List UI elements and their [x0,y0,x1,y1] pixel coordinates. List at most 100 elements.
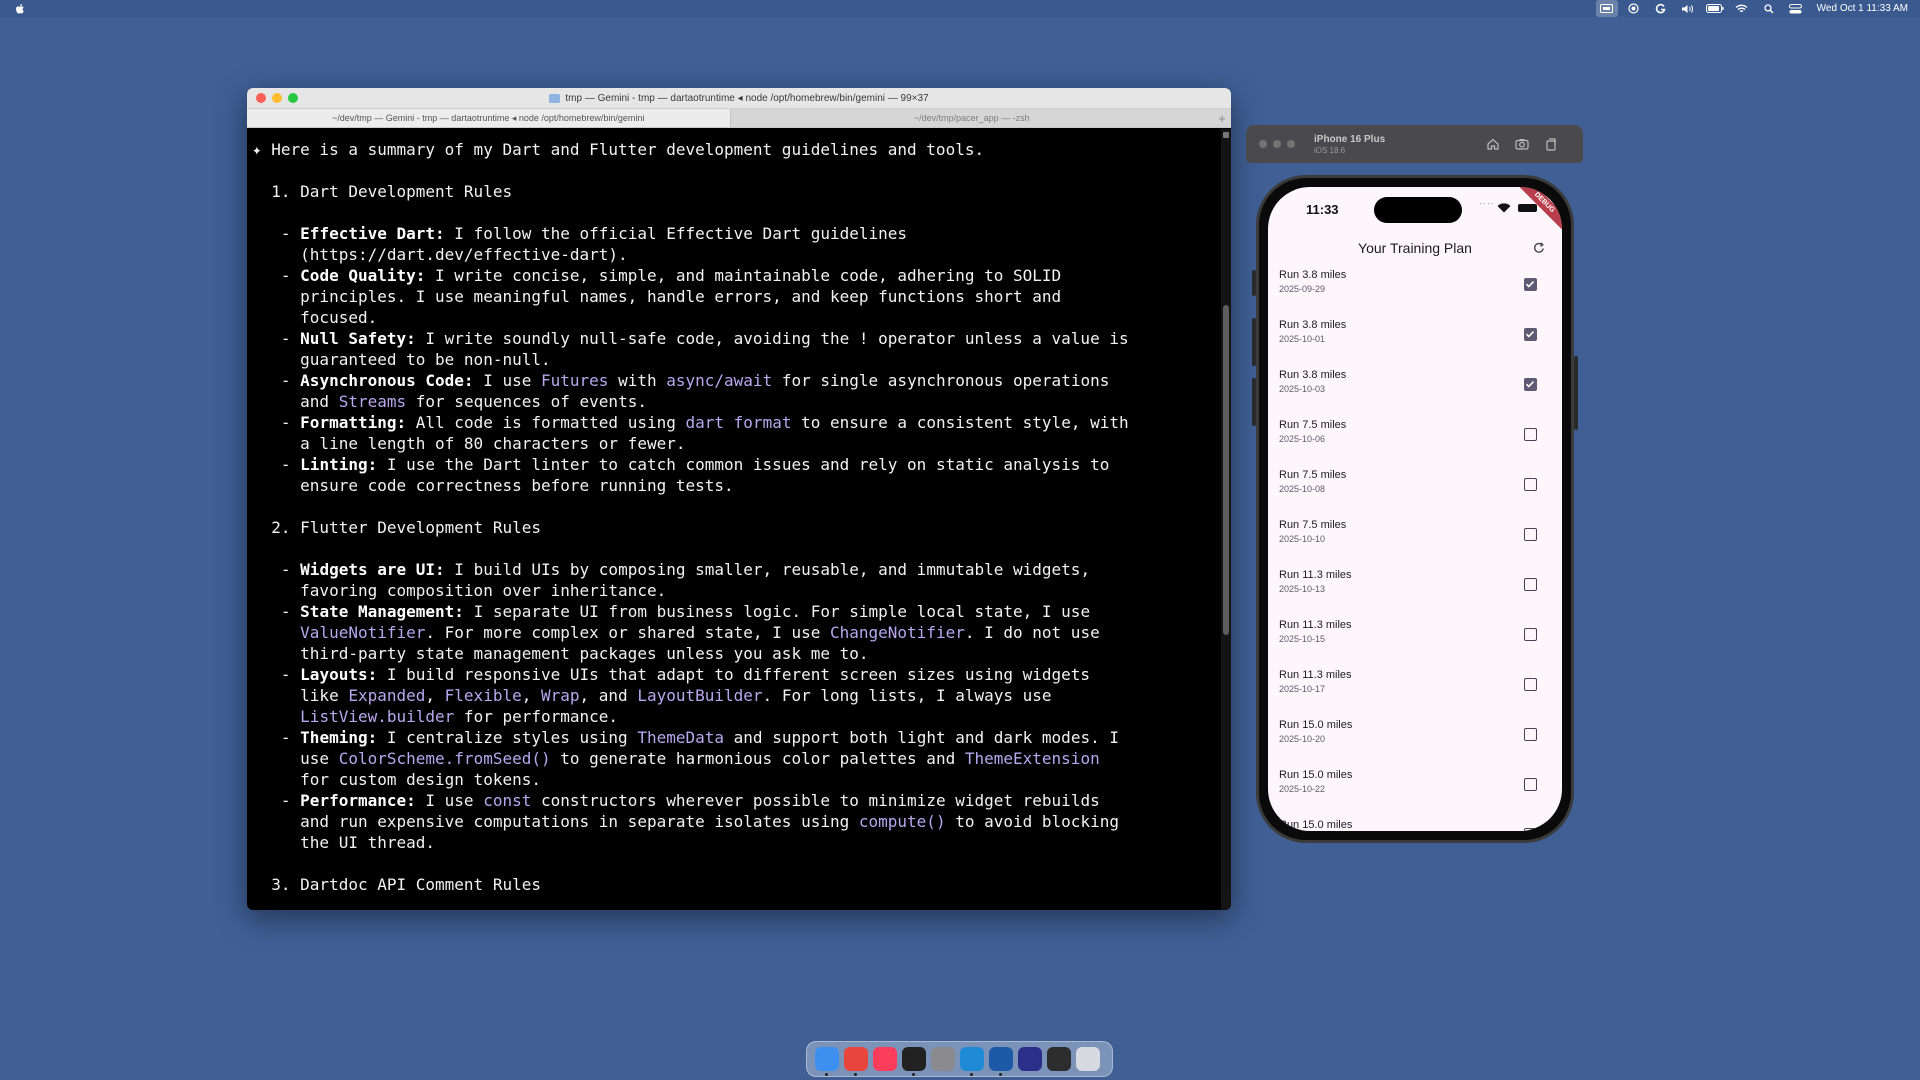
terminal-line: favoring composition over inheritance. [252,581,667,600]
phone-screen[interactable]: 11:33 ···· DEBUG Your Training Plan Run … [1268,187,1562,831]
terminal-line: guaranteed to be non-null. [252,350,551,369]
workout-row[interactable]: Run 3.8 miles 2025-10-03 [1268,369,1562,419]
control-center-icon[interactable] [1785,0,1807,17]
dynamic-island [1374,197,1462,223]
terminal-scrollbar[interactable] [1221,129,1231,910]
tab-zsh[interactable]: ~/dev/tmp/pacer_app — -zsh [729,109,1213,127]
screen-mirroring-icon[interactable] [1595,0,1618,17]
workout-row[interactable]: Run 15.0 miles 2025-10-20 [1268,719,1562,769]
workout-checkbox[interactable] [1524,728,1537,741]
vscode-icon[interactable] [960,1047,984,1071]
iphone-simulator: 11:33 ···· DEBUG Your Training Plan Run … [1252,175,1578,843]
workout-title: Run 3.8 miles [1279,269,1347,281]
workout-checkbox[interactable] [1524,828,1537,831]
action-button[interactable] [1252,270,1256,296]
terminal-line: - Effective Dart: I follow the official … [252,224,908,243]
workout-row[interactable]: Run 7.5 miles 2025-10-08 [1268,469,1562,519]
terminal-line: focused. [252,308,378,327]
app-icon[interactable] [1018,1047,1042,1071]
finder-icon[interactable] [815,1047,839,1071]
volume-down-button[interactable] [1252,378,1256,426]
terminal-line: - Theming: I centralize styles using The… [252,728,1119,747]
sim-minimize-button[interactable] [1273,140,1281,148]
terminal-icon[interactable] [902,1047,926,1071]
zoom-button[interactable] [288,93,298,103]
status-time: 11:33 [1306,202,1339,217]
minimize-button[interactable] [272,93,282,103]
workout-title: Run 11.3 miles [1279,669,1352,681]
workout-row[interactable]: Run 7.5 miles 2025-10-06 [1268,419,1562,469]
focus-icon[interactable] [1623,0,1645,17]
settings-icon[interactable] [931,1047,955,1071]
wifi-icon[interactable] [1731,0,1753,17]
scroll-up-icon[interactable] [1223,132,1229,138]
terminal-titlebar[interactable]: tmp — Gemini - tmp — dartaotruntime ◂ no… [247,88,1231,108]
workout-checkbox[interactable] [1524,278,1537,291]
workout-row[interactable]: Run 15.0 miles [1268,819,1562,831]
sim-zoom-button[interactable] [1287,140,1295,148]
menubar-clock[interactable]: Wed Oct 1 11:33 AM [1817,3,1908,14]
close-button[interactable] [256,93,266,103]
home-icon[interactable] [1485,136,1501,152]
terminal-line: - State Management: I separate UI from b… [252,602,1091,621]
workout-checkbox[interactable] [1524,778,1537,791]
workout-row[interactable]: Run 11.3 miles 2025-10-13 [1268,569,1562,619]
workout-title: Run 15.0 miles [1279,719,1353,731]
check-icon [1525,281,1535,288]
trash-icon[interactable] [1076,1047,1100,1071]
workout-date: 2025-10-17 [1279,684,1326,694]
workout-checkbox[interactable] [1524,428,1537,441]
battery-icon[interactable] [1704,0,1726,17]
workout-row[interactable]: Run 3.8 miles 2025-10-01 [1268,319,1562,369]
workout-checkbox[interactable] [1524,328,1537,341]
workout-date: 2025-10-08 [1279,484,1326,494]
folder-icon[interactable] [1047,1047,1071,1071]
terminal-window[interactable]: tmp — Gemini - tmp — dartaotruntime ◂ no… [247,88,1231,910]
workout-row[interactable]: Run 3.8 miles 2025-09-29 [1268,269,1562,319]
spotlight-icon[interactable] [1758,0,1780,17]
grammarly-icon[interactable] [1650,0,1672,17]
refresh-icon[interactable] [1532,241,1546,255]
music-icon[interactable] [873,1047,897,1071]
tab-gemini[interactable]: ~/dev/tmp — Gemini - tmp — dartaotruntim… [247,109,730,127]
terminal-line: 2. Flutter Development Rules [252,518,541,537]
check-icon [1525,381,1535,388]
workout-checkbox[interactable] [1524,628,1537,641]
terminal-line: principles. I use meaningful names, hand… [252,287,1062,306]
simulator-icon[interactable] [989,1047,1013,1071]
running-indicator [854,1073,857,1076]
terminal-line: - Performance: I use const constructors … [252,791,1100,810]
terminal-line: (https://dart.dev/effective-dart). [252,245,628,264]
volume-icon[interactable] [1677,0,1699,17]
battery-icon [1518,204,1537,212]
terminal-output[interactable]: ✦ Here is a summary of my Dart and Flutt… [247,129,1221,910]
terminal-line: ensure code correctness before running t… [252,476,734,495]
scrollbar-thumb[interactable] [1223,305,1229,635]
screenshot-icon[interactable] [1514,136,1530,152]
workout-checkbox[interactable] [1524,478,1537,491]
side-button[interactable] [1574,356,1578,430]
workout-row[interactable]: Run 15.0 miles 2025-10-22 [1268,769,1562,819]
new-tab-button[interactable]: + [1213,109,1231,127]
workout-checkbox[interactable] [1524,378,1537,391]
workout-checkbox[interactable] [1524,528,1537,541]
terminal-line: a line length of 80 characters or fewer. [252,434,686,453]
workout-row[interactable]: Run 11.3 miles 2025-10-15 [1268,619,1562,669]
terminal-line: - Asynchronous Code: I use Futures with … [252,371,1110,390]
sim-close-button[interactable] [1259,140,1267,148]
rotate-icon[interactable] [1543,136,1559,152]
signal-icon: ···· [1479,198,1495,208]
chrome-icon[interactable] [844,1047,868,1071]
workout-date: 2025-10-13 [1279,584,1326,594]
workout-checkbox[interactable] [1524,678,1537,691]
workout-row[interactable]: Run 7.5 miles 2025-10-10 [1268,519,1562,569]
apple-icon[interactable] [13,2,27,16]
workout-row[interactable]: Run 11.3 miles 2025-10-17 [1268,669,1562,719]
volume-up-button[interactable] [1252,318,1256,366]
workout-checkbox[interactable] [1524,578,1537,591]
terminal-line: and Streams for sequences of events. [252,392,647,411]
simulator-toolbar[interactable]: iPhone 16 Plus iOS 18.6 [1246,125,1583,163]
